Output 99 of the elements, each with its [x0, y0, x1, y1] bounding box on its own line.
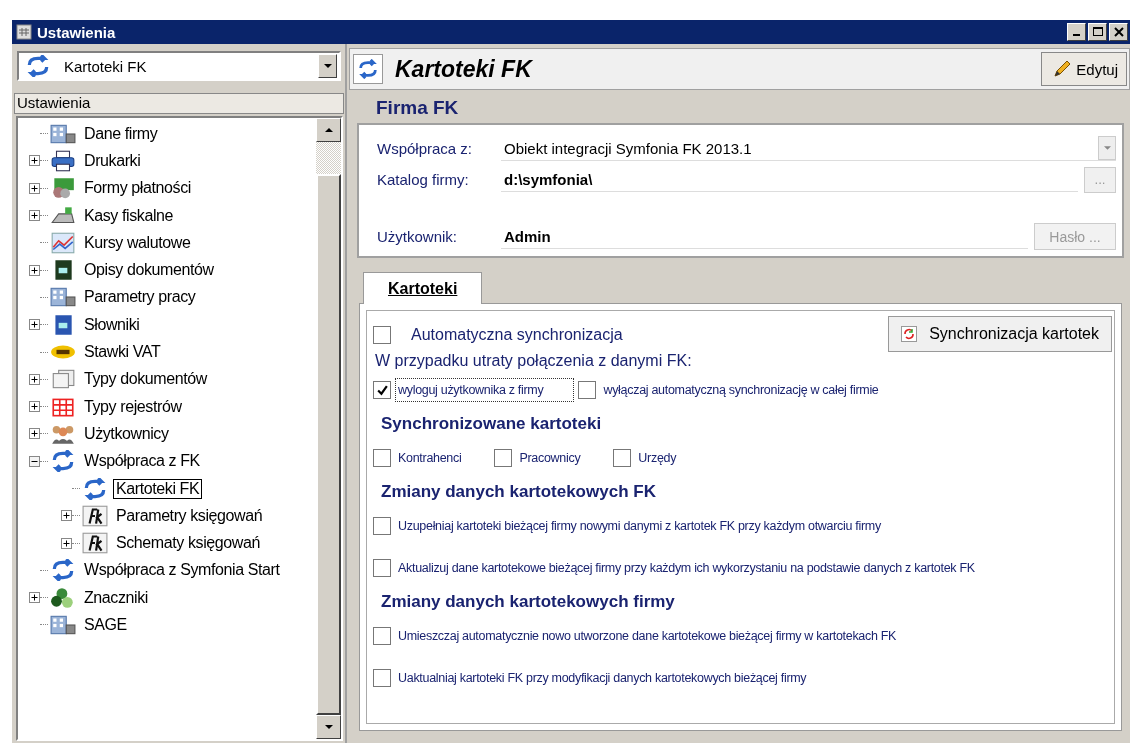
field-label: Katalog firmy:	[377, 171, 470, 188]
close-button[interactable]	[1109, 23, 1128, 41]
checkbox-label: wyloguj użytkownika z firmy	[395, 378, 575, 402]
close-icon	[1112, 26, 1125, 38]
scroll-down-icon	[324, 725, 333, 729]
checkbox-label: Urzędy	[637, 450, 678, 467]
building-icon	[50, 614, 76, 636]
checkbox-label: Uzupełniaj kartoteki bieżącej firmy nowymi danymi z kartotek FK przy każdym otwarciu firmy	[397, 518, 882, 535]
window-title: Ustawienia	[37, 23, 117, 41]
printer-icon	[50, 149, 76, 172]
sync-icon	[25, 55, 51, 77]
expand-icon[interactable]	[29, 401, 40, 413]
scroll-up-button[interactable]	[316, 118, 341, 142]
expand-icon[interactable]	[61, 537, 72, 549]
expand-icon[interactable]	[29, 592, 40, 604]
collapse-icon[interactable]	[29, 455, 40, 467]
building-icon	[50, 286, 76, 309]
checkbox[interactable]	[373, 517, 391, 535]
field-label: Współpraca z:	[377, 140, 474, 157]
section-label: W przypadku utraty połączenia z danymi FK:	[375, 352, 693, 370]
tab[interactable]: Kartoteki	[363, 272, 483, 304]
checkbox-label: wyłączaj automatyczną synchronizację w całej firmie	[602, 382, 880, 399]
sync-button[interactable]: Synchronizacja kartotek	[888, 316, 1112, 352]
checkbox[interactable]	[373, 669, 391, 687]
checkbox-label: Automatyczna synchronizacja	[411, 325, 623, 344]
page-title: Kartoteki FK	[395, 55, 534, 83]
money-icon	[50, 177, 76, 200]
tree-item[interactable]: Typy dokumentów	[81, 369, 210, 390]
tree-item[interactable]: Kasy fiskalne	[81, 205, 177, 226]
folder-field[interactable]: d:\symfonia\	[501, 167, 1078, 192]
section-title: Synchronizowane kartoteki	[381, 414, 603, 434]
maximize-button[interactable]	[1088, 23, 1107, 41]
tree-item[interactable]: Słowniki	[81, 314, 143, 335]
expand-icon[interactable]	[29, 264, 40, 276]
tree-item[interactable]: Schematy księgowań	[113, 533, 263, 554]
expand-icon[interactable]	[29, 155, 40, 167]
fk-icon	[82, 532, 108, 555]
integration-dropdown[interactable]: Obiekt integracji Symfonia FK 2013.1	[501, 136, 1116, 161]
scroll-thumb[interactable]	[316, 174, 341, 715]
scroll-down-button[interactable]	[316, 715, 341, 739]
checkbox[interactable]	[613, 449, 632, 467]
field-label: Użytkownik:	[377, 228, 459, 245]
sync-icon	[50, 559, 76, 582]
checkbox[interactable]	[373, 325, 391, 344]
section-dropdown[interactable]: Kartoteki FK	[17, 51, 341, 81]
checkbox-label: Aktualizuj dane kartotekowe bieżącej firmy przy każdym ich wykorzystaniu na podstawie danych z kartotek FK	[397, 560, 976, 577]
tree-item[interactable]: Współpraca z Symfonia Start	[81, 560, 283, 581]
building-icon	[50, 122, 76, 145]
checkbox-label: Uaktualniaj kartoteki FK przy modyfikacji danych kartotekowych bieżącej firmy	[397, 670, 808, 687]
section-title: Zmiany danych kartotekowych firmy	[381, 592, 676, 612]
tree-item[interactable]: Stawki VAT	[81, 342, 164, 362]
tree-item[interactable]: SAGE	[81, 615, 130, 635]
checkbox[interactable]	[373, 627, 391, 645]
minimize-icon	[1073, 34, 1080, 36]
edit-button[interactable]: Edytuj	[1041, 52, 1127, 86]
checkbox[interactable]	[373, 381, 391, 399]
tree-item[interactable]: Kartoteki FK	[113, 478, 203, 499]
window-icon	[16, 24, 32, 40]
tree-item[interactable]: Parametry pracy	[81, 287, 199, 308]
expand-icon[interactable]	[29, 428, 40, 440]
tree-item[interactable]: Opisy dokumentów	[81, 260, 217, 281]
pencil-icon	[1052, 59, 1073, 79]
caret-icon	[1103, 146, 1111, 150]
minimize-button[interactable]	[1067, 23, 1086, 41]
sage-icon	[50, 586, 76, 609]
section-title: Firma FK	[375, 96, 460, 120]
tree-item[interactable]: Współpraca z FK	[81, 451, 203, 472]
checkbox-label: Pracownicy	[518, 450, 582, 467]
tree-item[interactable]: Parametry księgowań	[113, 505, 266, 526]
expand-icon[interactable]	[29, 210, 40, 222]
checkbox-label: Kontrahenci	[397, 450, 463, 467]
tree-item[interactable]: Typy rejestrów	[81, 396, 185, 417]
checkbox[interactable]	[373, 559, 391, 577]
panel-header: Ustawienia	[14, 93, 344, 114]
checkbox-label: Umieszczaj automatycznie nowo utworzone dane kartotekowe bieżącej firmy w kartotekach FK	[397, 628, 898, 645]
tree-item[interactable]: Dane firmy	[81, 123, 161, 144]
expand-icon[interactable]	[29, 182, 40, 194]
sync-icon	[353, 54, 383, 84]
tree-item[interactable]: Drukarki	[81, 150, 144, 171]
documents-icon	[50, 368, 76, 391]
caret-icon	[323, 64, 332, 68]
refresh-icon	[901, 326, 918, 342]
section-title: Zmiany danych kartotekowych FK	[381, 482, 657, 502]
tree-item[interactable]: Znaczniki	[81, 587, 151, 608]
scroll-up-icon	[324, 128, 333, 132]
checkbox[interactable]	[578, 381, 597, 399]
tree-item[interactable]: Formy płatności	[81, 178, 194, 199]
expand-icon[interactable]	[29, 373, 40, 385]
sync-icon	[82, 477, 108, 500]
maximize-icon	[1091, 26, 1104, 38]
sync-icon	[50, 450, 76, 473]
tree-item[interactable]: Kursy walutowe	[81, 232, 194, 253]
expand-icon[interactable]	[29, 319, 40, 331]
tree-item[interactable]: Użytkownicy	[81, 423, 172, 444]
fk-icon	[82, 504, 108, 527]
expand-icon[interactable]	[61, 510, 72, 522]
checkbox[interactable]	[373, 449, 391, 467]
chart-icon	[50, 231, 76, 254]
checkbox[interactable]	[494, 449, 513, 467]
